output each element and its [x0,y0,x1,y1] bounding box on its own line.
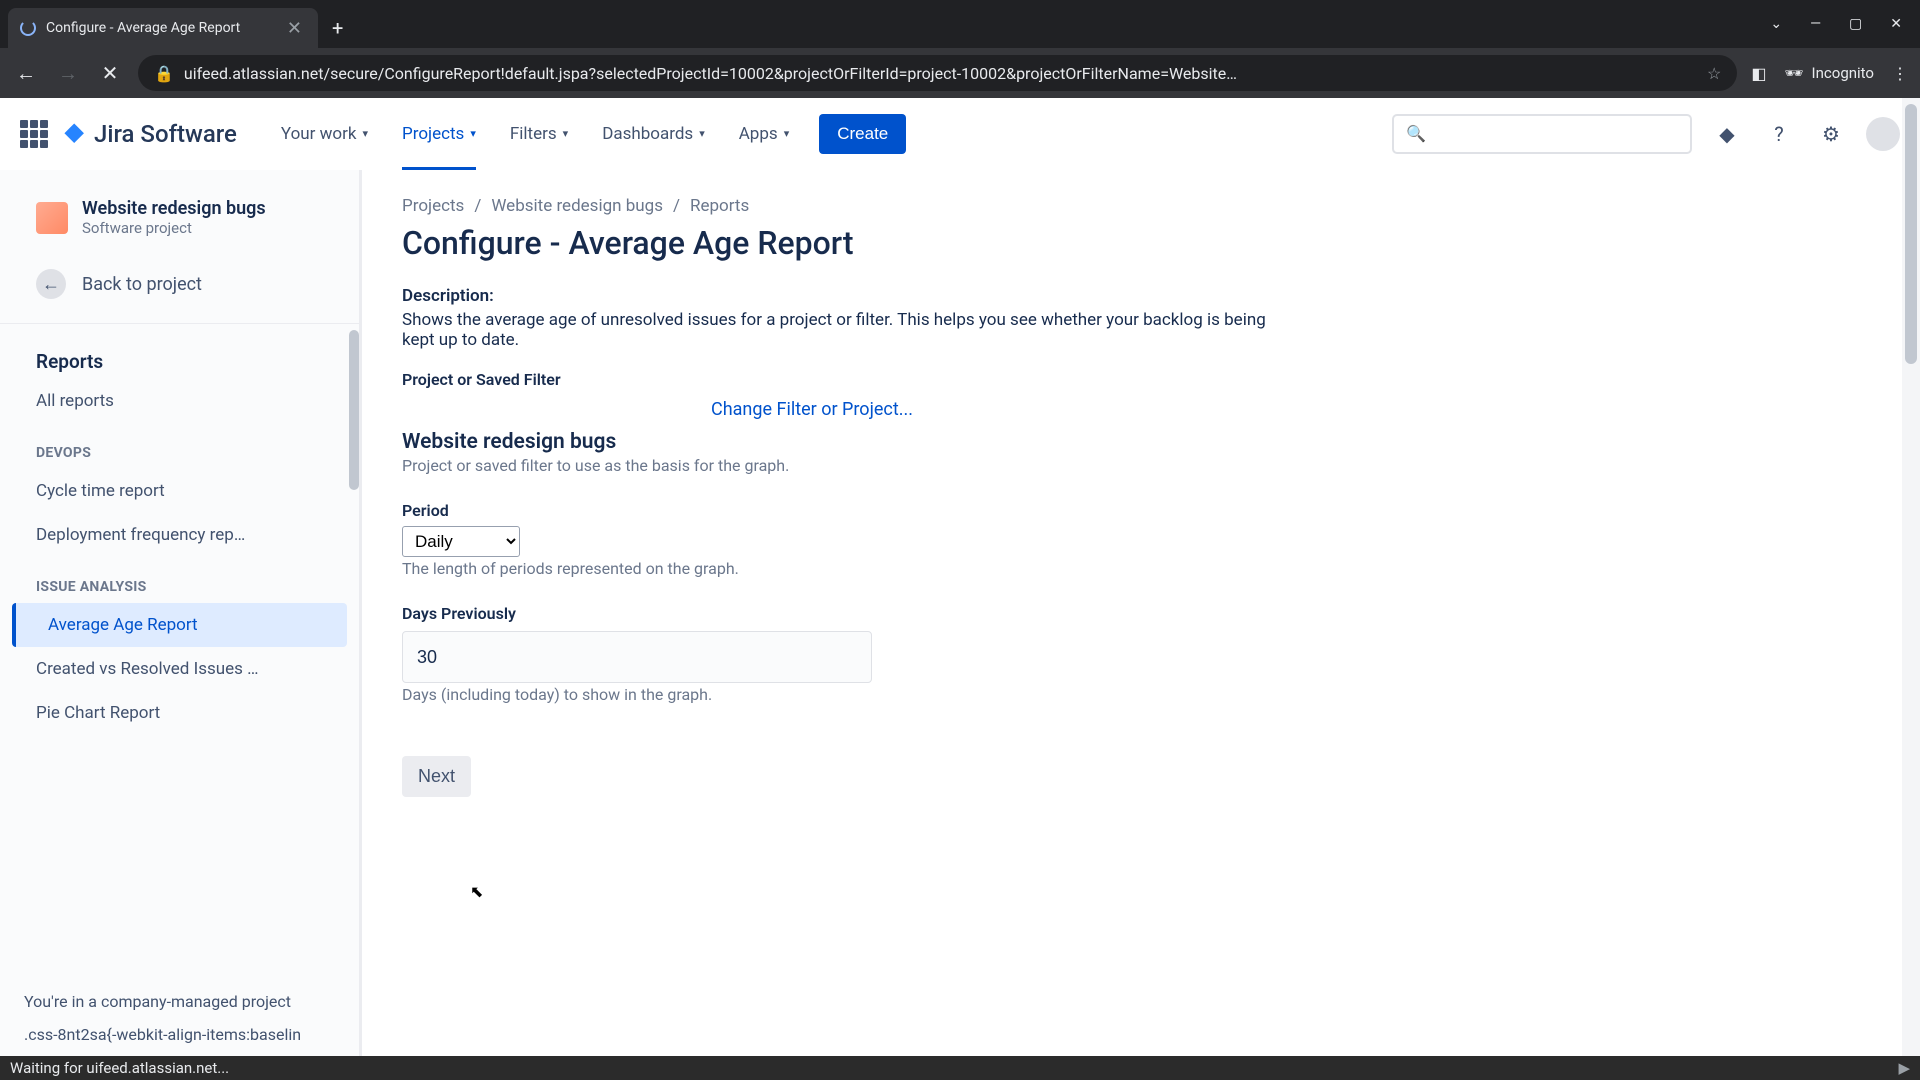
project-sidebar: Website redesign bugs Software project ←… [0,170,362,1056]
breadcrumb-projects[interactable]: Projects [402,196,464,216]
horizontal-scroll-arrow-icon[interactable]: ▶ [1898,1059,1910,1077]
close-tab-icon[interactable]: ✕ [283,18,306,39]
breadcrumb: Projects/ Website redesign bugs/ Reports [402,196,1880,216]
stop-reload-button[interactable]: ✕ [96,59,124,87]
sidebar-deployment-frequency-report[interactable]: Deployment frequency rep… [0,513,359,557]
jira-logo[interactable]: Jira Software [62,120,237,148]
back-button[interactable]: ← [12,59,40,87]
nav-dashboards[interactable]: Dashboards▾ [588,98,719,170]
nav-projects[interactable]: Projects▾ [388,98,490,170]
page-scrollbar-thumb[interactable] [1905,104,1917,364]
search-icon: 🔍 [1406,124,1426,143]
sidebar-group-devops: DEVOPS [0,423,359,469]
next-button[interactable]: Next [402,756,471,797]
help-icon[interactable]: ? [1762,117,1796,151]
bookmark-star-icon[interactable]: ☆ [1707,64,1721,83]
breadcrumb-project-name[interactable]: Website redesign bugs [491,196,663,216]
forward-button: → [54,59,82,87]
sidebar-scrollbar-thumb[interactable] [349,330,359,490]
browser-status-bar: Waiting for uifeed.atlassian.net... ▶ [0,1056,1920,1080]
address-bar[interactable]: 🔒 uifeed.atlassian.net/secure/ConfigureR… [138,55,1737,91]
status-text: Waiting for uifeed.atlassian.net... [10,1059,229,1077]
incognito-label: Incognito [1812,64,1874,82]
description-label: Description: [402,286,1302,306]
project-header: Website redesign bugs Software project [0,198,359,257]
settings-icon[interactable]: ⚙ [1814,117,1848,151]
page-title: Configure - Average Age Report [402,224,1880,262]
profile-avatar[interactable] [1866,117,1900,151]
period-select[interactable]: Daily [402,526,520,557]
project-avatar-icon [36,202,68,234]
days-label: Days Previously [402,604,1302,623]
filter-label: Project or Saved Filter [402,370,1302,389]
sidebar-debug-text: .css-8nt2sa{-webkit-align-items:baselin [0,1021,359,1056]
chevron-down-icon: ▾ [784,127,790,140]
back-to-project-label: Back to project [82,274,202,295]
notifications-icon[interactable]: ◆ [1710,117,1744,151]
sidebar-footer-text: You're in a company-managed project [0,982,359,1021]
filter-hint: Project or saved filter to use as the ba… [402,456,1302,475]
days-hint: Days (including today) to show in the gr… [402,685,1302,704]
sidebar-project-type: Software project [82,219,266,237]
sidebar-project-name: Website redesign bugs [82,198,266,219]
global-nav: Jira Software Your work▾ Projects▾ Filte… [0,98,1920,170]
chevron-down-icon: ▾ [470,127,476,140]
url-text: uifeed.atlassian.net/secure/ConfigureRep… [184,64,1697,83]
chevron-down-icon: ▾ [563,127,569,140]
app-switcher-icon[interactable] [20,120,48,148]
browser-menu-icon[interactable]: ⋮ [1892,64,1908,83]
chevron-down-icon: ▾ [699,127,705,140]
nav-apps[interactable]: Apps▾ [725,98,804,170]
page-scrollbar[interactable] [1902,98,1920,1056]
nav-your-work[interactable]: Your work▾ [267,98,382,170]
loading-spinner-icon [20,20,36,36]
jira-logo-icon [62,121,88,147]
lock-icon: 🔒 [154,64,174,83]
tab-search-icon[interactable]: ⌄ [1770,16,1782,32]
period-label: Period [402,501,1302,520]
browser-tab-strip: Configure - Average Age Report ✕ + ⌄ — ▢… [0,0,1920,48]
sidebar-average-age-report[interactable]: Average Age Report [12,603,347,647]
incognito-indicator[interactable]: 🕶 Incognito [1785,64,1875,82]
description-text: Shows the average age of unresolved issu… [402,310,1302,350]
window-close-icon[interactable]: ✕ [1890,16,1902,32]
period-hint: The length of periods represented on the… [402,559,1302,578]
extensions-icon[interactable]: ◧ [1751,64,1766,83]
back-to-project[interactable]: ← Back to project [0,257,359,311]
window-minimize-icon[interactable]: — [1810,16,1821,32]
breadcrumb-reports[interactable]: Reports [690,196,749,216]
sidebar-cycle-time-report[interactable]: Cycle time report [0,469,359,513]
sidebar-created-vs-resolved[interactable]: Created vs Resolved Issues … [0,647,359,691]
jira-logo-text: Jira Software [94,120,237,148]
chevron-down-icon: ▾ [362,127,368,140]
days-previously-input[interactable] [402,631,872,683]
tab-title: Configure - Average Age Report [46,20,283,36]
filter-value: Website redesign bugs [402,430,1302,454]
sidebar-reports-heading: Reports [0,344,359,379]
sidebar-all-reports[interactable]: All reports [0,379,359,423]
nav-filters[interactable]: Filters▾ [496,98,582,170]
search-input[interactable]: 🔍 [1392,114,1692,154]
window-maximize-icon[interactable]: ▢ [1849,16,1862,32]
main-content: Projects/ Website redesign bugs/ Reports… [362,170,1920,1056]
incognito-icon: 🕶 [1785,64,1804,82]
create-button[interactable]: Create [819,114,906,154]
sidebar-group-issue-analysis: ISSUE ANALYSIS [0,557,359,603]
arrow-left-icon: ← [36,269,66,299]
sidebar-pie-chart-report[interactable]: Pie Chart Report [0,691,359,735]
change-filter-link[interactable]: Change Filter or Project... [402,399,1222,420]
browser-toolbar: ← → ✕ 🔒 uifeed.atlassian.net/secure/Conf… [0,48,1920,98]
browser-tab[interactable]: Configure - Average Age Report ✕ [8,8,318,48]
new-tab-button[interactable]: + [318,8,357,48]
